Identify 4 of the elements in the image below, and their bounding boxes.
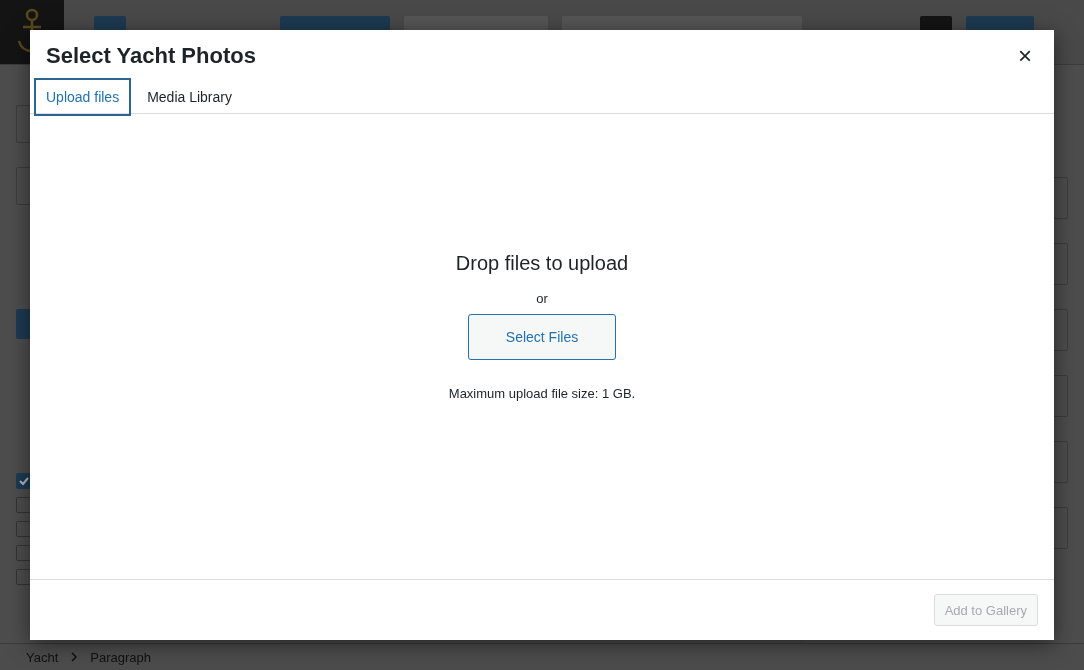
separator-text: or	[536, 291, 548, 306]
drop-heading: Drop files to upload	[455, 252, 629, 275]
upload-size-note: Maximum upload file size: 1 GB.	[448, 386, 636, 401]
dialog-title: Select Yacht Photos	[46, 43, 256, 69]
